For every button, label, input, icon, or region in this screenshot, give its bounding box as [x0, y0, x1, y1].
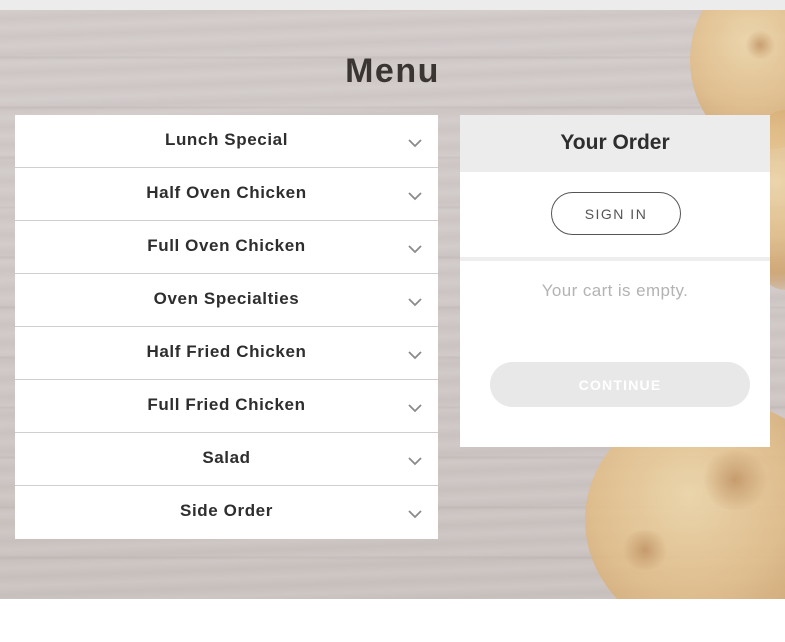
menu-category-side-order[interactable]: Side Order — [15, 486, 438, 539]
menu-category-salad[interactable]: Salad — [15, 433, 438, 486]
menu-category-label: Full Oven Chicken — [147, 236, 306, 255]
menu-category-lunch-special[interactable]: Lunch Special — [15, 115, 438, 168]
chevron-down-icon — [408, 192, 422, 201]
chevron-down-icon — [408, 404, 422, 413]
top-strip — [0, 0, 785, 10]
menu-category-label: Half Fried Chicken — [146, 342, 307, 361]
menu-category-list: Lunch Special Half Oven Chicken Full Ove… — [15, 115, 438, 539]
chevron-down-icon — [408, 457, 422, 466]
menu-category-half-fried-chicken[interactable]: Half Fried Chicken — [15, 327, 438, 380]
menu-category-label: Side Order — [180, 501, 273, 520]
order-panel: Your Order SIGN IN Your cart is empty. C… — [460, 115, 770, 447]
chevron-down-icon — [408, 245, 422, 254]
chevron-down-icon — [408, 510, 422, 519]
order-title: Your Order — [460, 115, 770, 172]
menu-category-label: Oven Specialties — [153, 289, 300, 308]
menu-category-half-oven-chicken[interactable]: Half Oven Chicken — [15, 168, 438, 221]
cart-empty-message: Your cart is empty. — [541, 281, 689, 300]
sign-in-button[interactable]: SIGN IN — [551, 192, 681, 235]
chevron-down-icon — [408, 298, 422, 307]
chevron-down-icon — [408, 139, 422, 148]
chevron-down-icon — [408, 351, 422, 360]
menu-category-label: Salad — [202, 448, 251, 467]
menu-category-label: Lunch Special — [164, 130, 289, 149]
menu-category-oven-specialties[interactable]: Oven Specialties — [15, 274, 438, 327]
signin-area: SIGN IN — [460, 172, 770, 261]
menu-category-label: Half Oven Chicken — [146, 183, 307, 202]
menu-category-full-fried-chicken[interactable]: Full Fried Chicken — [15, 380, 438, 433]
menu-category-full-oven-chicken[interactable]: Full Oven Chicken — [15, 221, 438, 274]
page-title: Menu — [345, 52, 440, 90]
menu-category-label: Full Fried Chicken — [147, 395, 306, 414]
continue-button[interactable]: CONTINUE — [490, 362, 750, 407]
